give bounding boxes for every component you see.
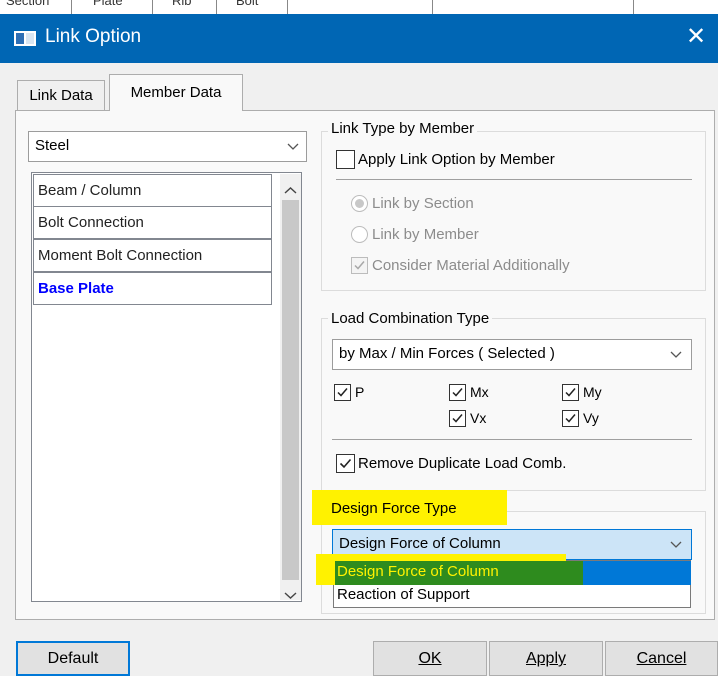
consider-material-label: Consider Material Additionally xyxy=(372,257,570,274)
force-mx-label: Mx xyxy=(470,384,489,400)
window-title: Link Option xyxy=(45,26,142,47)
scrollbar-thumb[interactable] xyxy=(282,200,299,580)
list-scrollbar[interactable] xyxy=(280,174,301,600)
apply-link-option-checkbox[interactable] xyxy=(336,150,355,169)
list-item-beam-column[interactable]: Beam / Column xyxy=(33,174,272,207)
tab-link-data[interactable]: Link Data xyxy=(17,80,105,110)
radio-dot-icon xyxy=(355,199,364,208)
force-p-checkbox[interactable] xyxy=(334,384,351,401)
list-item-moment-bolt-connection[interactable]: Moment Bolt Connection xyxy=(33,239,272,272)
load-combination-group-label: Load Combination Type xyxy=(328,310,493,327)
remove-duplicate-checkbox[interactable] xyxy=(336,454,355,473)
background-separator xyxy=(633,0,634,14)
checkmark-icon xyxy=(339,458,352,469)
remove-duplicate-label: Remove Duplicate Load Comb. xyxy=(358,455,567,472)
link-by-section-label: Link by Section xyxy=(372,195,474,212)
close-icon[interactable]: ✕ xyxy=(686,22,706,51)
title-bar: Link Option ✕ xyxy=(0,14,718,63)
dropdown-option-reaction-of-support[interactable]: Reaction of Support xyxy=(337,586,470,603)
load-combination-combo-value: by Max / Min Forces ( Selected ) xyxy=(339,345,555,362)
scroll-up-icon[interactable] xyxy=(284,182,297,199)
background-separator xyxy=(216,0,217,14)
link-by-member-label: Link by Member xyxy=(372,226,479,243)
separator xyxy=(336,179,692,180)
chevron-down-icon xyxy=(669,348,683,362)
scroll-down-icon[interactable] xyxy=(284,587,297,604)
background-tab-plate: Plate xyxy=(93,0,123,8)
link-by-section-radio[interactable] xyxy=(351,195,368,212)
cancel-button[interactable]: Cancel xyxy=(605,641,718,676)
apply-link-option-label: Apply Link Option by Member xyxy=(358,151,555,168)
apply-button[interactable]: Apply xyxy=(489,641,603,676)
background-separator xyxy=(432,0,433,14)
checkmark-icon xyxy=(354,261,365,270)
background-separator xyxy=(287,0,288,14)
force-vx-checkbox[interactable] xyxy=(449,410,466,427)
separator xyxy=(332,439,692,440)
checkmark-icon xyxy=(452,388,463,397)
link-type-group-label: Link Type by Member xyxy=(328,120,478,137)
link-by-member-radio[interactable] xyxy=(351,226,368,243)
load-combination-combo[interactable]: by Max / Min Forces ( Selected ) xyxy=(332,339,692,370)
tab-member-data[interactable]: Member Data xyxy=(109,74,243,111)
force-p-label: P xyxy=(355,384,365,400)
checkmark-icon xyxy=(452,414,463,423)
material-combo-value: Steel xyxy=(35,137,70,154)
list-item-base-plate[interactable]: Base Plate xyxy=(33,272,272,305)
checkmark-icon xyxy=(565,414,576,423)
design-force-combo-value: Design Force of Column xyxy=(339,535,501,552)
app-window-icon xyxy=(14,31,36,46)
background-tab-section: Section xyxy=(6,0,50,8)
background-separator xyxy=(71,0,72,14)
checkmark-icon xyxy=(565,388,576,397)
connection-type-list[interactable]: Beam / Column Bolt Connection Moment Bol… xyxy=(31,172,302,602)
list-item-bolt-connection[interactable]: Bolt Connection xyxy=(33,206,272,239)
force-vy-label: Vy xyxy=(583,410,599,426)
force-vx-label: Vx xyxy=(470,410,487,426)
consider-material-checkbox[interactable] xyxy=(351,257,368,274)
force-vy-checkbox[interactable] xyxy=(562,410,579,427)
chevron-down-icon xyxy=(669,538,683,552)
background-window-strip: Section Plate Rib Bolt xyxy=(0,0,718,15)
checkmark-icon xyxy=(337,388,348,397)
chevron-down-icon xyxy=(286,140,300,154)
background-tab-rib: Rib xyxy=(172,0,192,8)
design-force-group-label: Design Force Type xyxy=(331,500,457,517)
material-combo[interactable]: Steel xyxy=(28,131,307,162)
force-my-checkbox[interactable] xyxy=(562,384,579,401)
design-force-dropdown[interactable]: Design Force of Column Reaction of Suppo… xyxy=(316,554,691,608)
background-separator xyxy=(152,0,153,14)
dropdown-option-design-force-of-column[interactable]: Design Force of Column xyxy=(337,563,499,580)
force-mx-checkbox[interactable] xyxy=(449,384,466,401)
ok-button[interactable]: OK xyxy=(373,641,487,676)
background-tab-bolt: Bolt xyxy=(236,0,259,8)
default-button[interactable]: Default xyxy=(16,641,130,676)
force-my-label: My xyxy=(583,384,602,400)
